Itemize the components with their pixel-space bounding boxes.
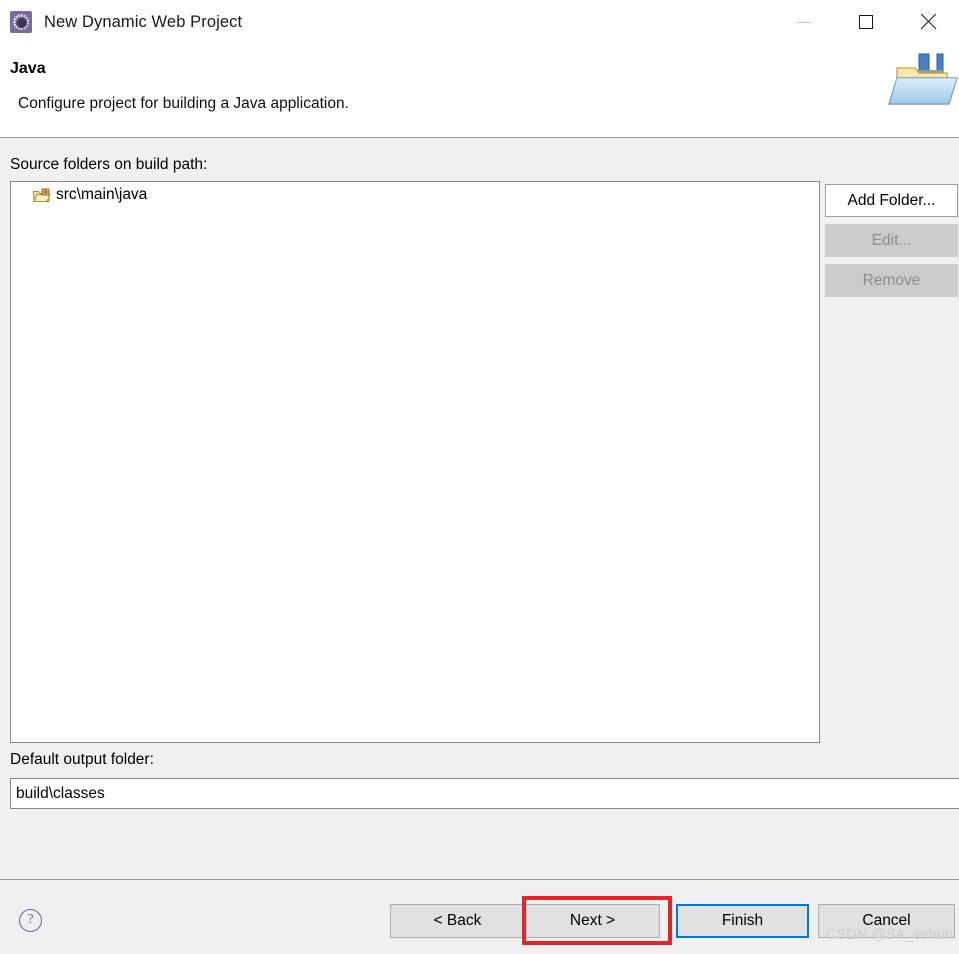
finish-button[interactable]: Finish: [676, 904, 809, 938]
wizard-header: Java Configure project for building a Ja…: [0, 44, 959, 138]
list-item[interactable]: src\main\java: [11, 182, 819, 208]
default-output-folder-input[interactable]: build\classes: [10, 778, 959, 809]
close-icon: [919, 13, 937, 31]
next-button[interactable]: Next >: [525, 904, 660, 938]
eclipse-wizard-icon: [10, 11, 32, 33]
source-folders-list[interactable]: src\main\java: [10, 181, 820, 743]
header-separator: [0, 137, 959, 138]
remove-button: Remove: [825, 264, 958, 297]
add-folder-button[interactable]: Add Folder...: [825, 184, 958, 217]
close-button[interactable]: [897, 0, 959, 44]
source-folder-icon: [33, 188, 50, 202]
window-controls: [773, 0, 959, 44]
default-output-folder-label: Default output folder:: [10, 751, 154, 768]
maximize-icon: [859, 15, 873, 29]
maximize-button[interactable]: [835, 0, 897, 44]
watermark: CSDN @SA_sehun: [826, 927, 953, 943]
page-title: Java: [10, 60, 46, 77]
back-button[interactable]: < Back: [390, 904, 525, 938]
java-folder-banner-icon: [888, 53, 958, 105]
source-folders-label: Source folders on build path:: [10, 156, 208, 173]
minimize-button[interactable]: [773, 0, 835, 44]
help-icon[interactable]: ?: [19, 909, 42, 932]
minimize-icon: [796, 21, 812, 23]
footer-separator: [0, 879, 959, 880]
window-title: New Dynamic Web Project: [44, 12, 243, 31]
page-description: Configure project for building a Java ap…: [18, 95, 349, 112]
list-item-label: src\main\java: [56, 186, 148, 203]
edit-button: Edit...: [825, 224, 958, 257]
title-bar: New Dynamic Web Project: [0, 0, 959, 44]
